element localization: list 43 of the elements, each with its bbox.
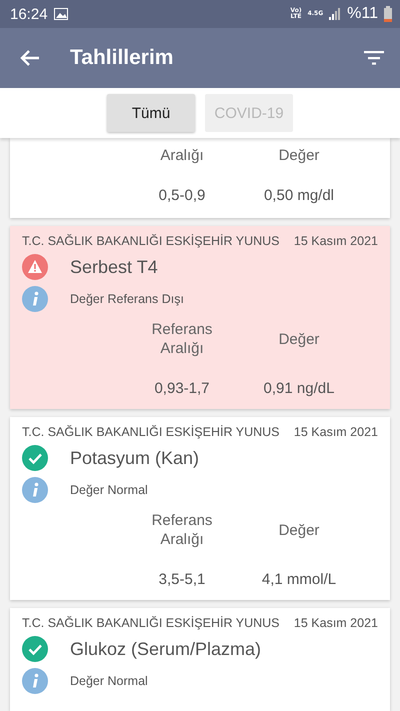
result-status: Değer Normal (70, 674, 148, 688)
warning-icon (22, 254, 48, 280)
image-icon (54, 8, 68, 20)
result-card[interactable]: T.C. SAĞLIK BAKANLIĞI ESKİŞEHİR YUNUS 15 Kasım 2021 Glukoz (Serum/Plazma) Değer Normal (10, 608, 390, 711)
result-value: 0,91 ng/dL (262, 380, 336, 397)
result-date: 15 Kasım 2021 (294, 234, 378, 248)
signal-icon (329, 8, 342, 20)
reference-range: 0,93-1,7 (153, 380, 211, 397)
info-icon (22, 286, 48, 312)
result-card[interactable]: T.C. SAĞLIK BAKANLIĞI ESKİŞEHİR YUNUS 15 Kasım 2021 Serbest T4 Değer Referans Dışı Referans Aralığı Değer 0,93-1,7 0,91 ng/dL (10, 226, 390, 409)
battery-icon (384, 6, 392, 22)
range-label: Referans Aralığı (150, 511, 214, 549)
reference-range: 3,5-5,1 (158, 571, 206, 588)
result-value: 0,50 mg/dl (262, 187, 336, 204)
result-date: 15 Kasım 2021 (294, 616, 378, 630)
result-card[interactable]: T.C. SAĞLIK BAKANLIĞI ESKİŞEHİR YUNUS 15 Kasım 2021 Potasyum (Kan) Değer Normal Referans Aralığı Değer 3,5-5,1 4,1 mmol/L (10, 417, 390, 600)
result-status: Değer Referans Dışı (70, 292, 184, 306)
check-icon (22, 445, 48, 471)
result-card[interactable]: Aralığı Değer 0,5-0,9 0,50 mg/dl (10, 138, 390, 218)
result-value: 4,1 mmol/L (260, 571, 338, 588)
back-icon[interactable] (20, 49, 40, 67)
filter-icon[interactable] (364, 51, 384, 65)
info-icon (22, 668, 48, 694)
test-name: Potasyum (Kan) (70, 448, 200, 468)
info-icon (22, 477, 48, 503)
test-name: Glukoz (Serum/Plazma) (70, 638, 262, 660)
test-name: Serbest T4 (70, 256, 158, 278)
page-title: Tahlillerim (70, 46, 174, 70)
hospital-name: T.C. SAĞLIK BAKANLIĞI ESKİŞEHİR YUNUS (22, 425, 280, 439)
hospital-name: T.C. SAĞLIK BAKANLIĞI ESKİŞEHİR YUNUS (22, 616, 280, 630)
filter-tab[interactable]: Tümü (107, 94, 195, 132)
value-label: Değer (278, 146, 320, 165)
value-label: Değer (278, 330, 320, 348)
battery-level: %11 (347, 5, 378, 23)
range-label: Aralığı (159, 146, 205, 165)
value-label: Değer (278, 520, 320, 540)
reference-range: 0,5-0,9 (158, 187, 206, 204)
check-icon (22, 636, 48, 662)
result-date: 15 Kasım 2021 (294, 425, 378, 439)
result-status: Değer Normal (70, 483, 148, 497)
status-time: 16:24 (10, 6, 48, 22)
range-label: Referans Aralığı (150, 320, 214, 358)
hospital-name: T.C. SAĞLIK BAKANLIĞI ESKİŞEHİR YUNUS (22, 234, 280, 248)
